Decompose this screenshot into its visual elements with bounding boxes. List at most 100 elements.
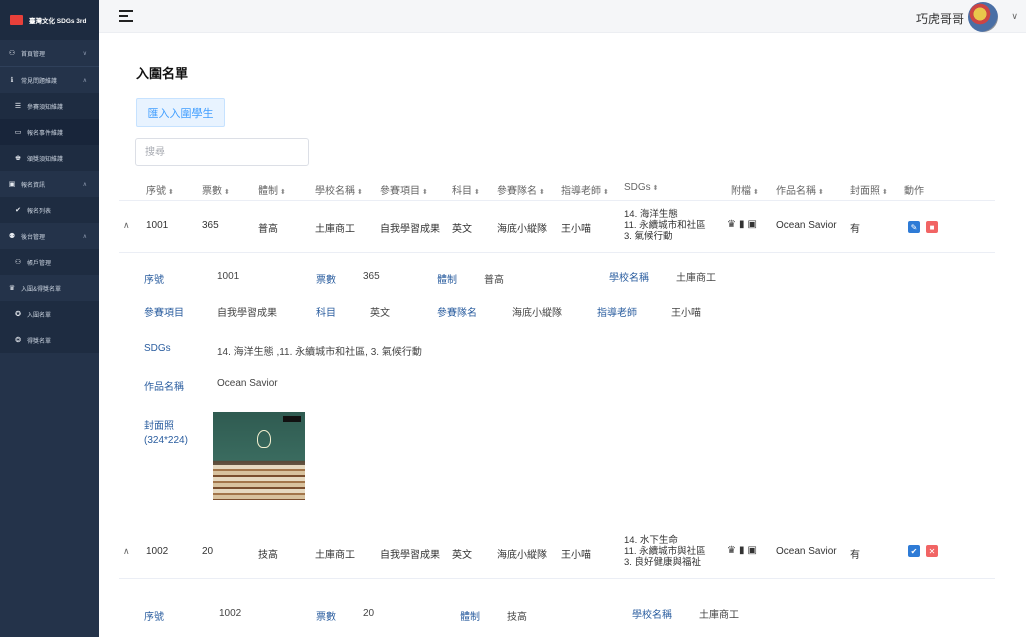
table-row[interactable]: ∧ 1001 365 普高 土庫商工 自我學習成果 英文 海底小縱隊 王小喵 1…	[119, 201, 995, 253]
detail-label-system: 體制	[460, 612, 480, 623]
cell-votes: 20	[202, 546, 214, 557]
cell-id: 1001	[146, 220, 169, 231]
film-icon[interactable]: ▣	[747, 545, 756, 556]
cell-sdgs: 14. 水下生命 11. 永續城市與社區 3. 良好健康與福祉	[624, 535, 706, 568]
cell-sdgs: 14. 海洋生態 11. 永續城市和社區 3. 氣候行動	[624, 209, 706, 242]
cell-system: 普高	[258, 224, 278, 235]
cell-school: 土庫商工	[315, 550, 355, 561]
sort-icon: ⬍	[818, 189, 824, 196]
sort-icon: ⬍	[422, 189, 428, 196]
header-school[interactable]: 學校名稱 ⬍	[315, 182, 363, 197]
sidebar-item-label: 參賽須知維護	[27, 104, 64, 111]
sidebar-item-faq[interactable]: ℹ 常見問題維護 ∧	[0, 67, 99, 93]
search-input[interactable]	[135, 138, 309, 166]
detail-value-category: 自我學習成果	[217, 308, 277, 319]
chevron-up-icon: ∧	[82, 181, 87, 188]
brand-logo-icon	[10, 15, 23, 25]
header-work-name[interactable]: 作品名稱 ⬍	[776, 182, 824, 197]
cell-system: 技高	[258, 550, 278, 561]
detail-label-sdgs: SDGs	[144, 343, 171, 354]
avatar[interactable]	[968, 2, 998, 32]
file-icon[interactable]: ▮	[739, 219, 745, 230]
cell-attachments: ♛ ▮ ▣	[727, 545, 757, 556]
sidebar-item-backend[interactable]: ⚉ 後台管理 ∧	[0, 223, 99, 249]
cell-votes: 365	[202, 220, 219, 231]
confirm-button[interactable]: ✔	[908, 545, 920, 557]
brand[interactable]: 臺灣文化 SDGs 3rd	[0, 0, 99, 40]
cell-cover: 有	[850, 224, 860, 235]
sidebar-item-award-rules[interactable]: ♚ 頒獎須知維護	[0, 145, 99, 171]
detail-value-school: 土庫商工	[699, 610, 739, 621]
collapse-icon[interactable]: ∧	[123, 546, 130, 557]
sidebar-item-registration-list[interactable]: ✔ 報名列表	[0, 197, 99, 223]
edit-button[interactable]: ✎	[908, 221, 920, 233]
detail-value-team: 海底小縱隊	[512, 308, 562, 319]
crown-icon: ♛	[8, 285, 16, 292]
sidebar-item-accounts[interactable]: ⚇ 帳戶管理	[0, 249, 99, 275]
collapse-icon[interactable]: ∧	[123, 220, 130, 231]
menu-toggle-icon[interactable]	[119, 10, 133, 22]
header-system[interactable]: 體制 ⬍	[258, 182, 286, 197]
cover-image[interactable]	[213, 412, 305, 500]
check-icon: ✔	[15, 207, 21, 214]
sidebar-item-finalists-winners[interactable]: ♛ 入圍&得獎名單	[0, 275, 99, 301]
detail-label-votes: 票數	[316, 612, 336, 623]
chevron-down-icon: ∨	[82, 50, 87, 57]
sidebar-item-rules[interactable]: ☰ 參賽須知維護	[0, 93, 99, 119]
award-icon: ✪	[15, 311, 21, 318]
brand-name: 臺灣文化 SDGs 3rd	[29, 18, 87, 25]
header-category[interactable]: 參賽項目 ⬍	[380, 182, 428, 197]
cell-category: 自我學習成果	[380, 224, 440, 235]
sidebar-item-events[interactable]: ▭ 報名事件維護	[0, 119, 99, 145]
header-attachments[interactable]: 附檔 ⬍	[731, 182, 759, 197]
header-id[interactable]: 序號 ⬍	[146, 182, 174, 197]
user-name[interactable]: 巧虎哥哥	[916, 10, 964, 27]
sort-icon: ⬍	[652, 185, 659, 192]
sidebar-item-home-admin[interactable]: ⚇ 首頁管理 ∨	[0, 40, 99, 66]
sidebar-item-label: 後台管理	[21, 234, 46, 241]
file-icon[interactable]: ▮	[739, 545, 745, 556]
import-finalists-button[interactable]: 匯入入圍學生	[136, 98, 225, 127]
detail-label-cover: 封面照	[144, 421, 174, 432]
chevron-down-icon[interactable]: ∨	[1011, 11, 1018, 22]
users-icon: ⚉	[8, 233, 16, 240]
cell-cover: 有	[850, 550, 860, 561]
film-icon[interactable]: ▣	[747, 219, 756, 230]
sidebar-item-winners[interactable]: ❂ 得獎名單	[0, 327, 99, 353]
table-header: 序號 ⬍ 票數 ⬍ 體制 ⬍ 學校名稱 ⬍ 參賽項目 ⬍ 科目 ⬍ 參賽隊名 ⬍ 指導老師 ⬍ …	[119, 175, 995, 201]
trophy-icon[interactable]: ♛	[727, 545, 736, 556]
topbar: 巧虎哥哥 ∨	[99, 0, 1026, 33]
trophy-icon[interactable]: ♛	[727, 219, 736, 230]
detail-value-subject: 英文	[370, 308, 390, 319]
main-content: 入圍名單 匯入入圍學生 序號⬍ 票數⬍ 體制⬍ 學校名稱⬍ 參賽項目⬍ 科目⬍ …	[99, 33, 1026, 637]
header-subject[interactable]: 科目 ⬍	[452, 182, 480, 197]
cancel-button[interactable]: ✕	[926, 545, 938, 557]
header-team[interactable]: 參賽隊名 ⬍	[497, 182, 545, 197]
sort-icon: ⬍	[603, 189, 609, 196]
delete-button[interactable]: ■	[926, 221, 938, 233]
sort-icon: ⬍	[539, 189, 545, 196]
header-teacher[interactable]: 指導老師 ⬍	[561, 182, 609, 197]
sidebar-item-finalists[interactable]: ✪ 入圍名單	[0, 301, 99, 327]
sidebar-item-label: 報名列表	[27, 208, 52, 215]
detail-value-votes: 20	[363, 608, 375, 619]
sidebar-item-label: 常見問題維護	[21, 78, 58, 85]
detail-value-system: 普高	[484, 275, 504, 286]
header-cover[interactable]: 封面照 ⬍	[850, 182, 888, 197]
detail-value-sdgs: 14. 海洋生態 ,11. 永續城市和社區, 3. 氣候行動	[217, 347, 422, 358]
detail-value-votes: 365	[363, 271, 380, 282]
header-votes[interactable]: 票數 ⬍	[202, 182, 230, 197]
sidebar-item-label: 首頁管理	[21, 51, 46, 58]
sidebar-item-registration[interactable]: ▣ 報名資訊 ∧	[0, 171, 99, 197]
sort-icon: ⬍	[168, 189, 174, 196]
folder-icon: ▭	[14, 129, 22, 136]
document-icon: ▣	[8, 181, 16, 188]
detail-value-system: 技高	[507, 612, 527, 623]
table-row[interactable]: ∧ 1002 20 技高 土庫商工 自我學習成果 英文 海底小縱隊 王小喵 14…	[119, 527, 995, 579]
sidebar-item-label: 帳戶管理	[27, 260, 52, 267]
header-sdgs[interactable]: SDGs ⬍	[624, 182, 659, 193]
sort-icon: ⬍	[474, 189, 480, 196]
list-icon: ☰	[14, 103, 22, 110]
cell-subject: 英文	[452, 550, 472, 561]
detail-label-school: 學校名稱	[632, 610, 672, 621]
